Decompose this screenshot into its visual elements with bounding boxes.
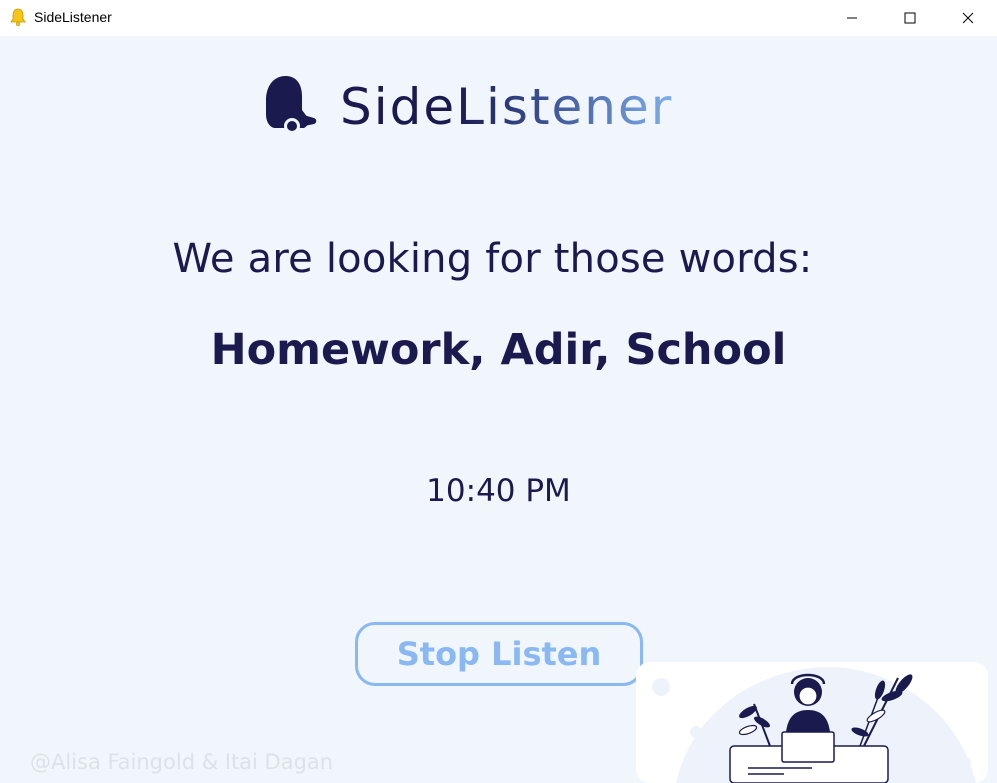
title-bar: SideListener — [0, 0, 997, 36]
stop-listen-button[interactable]: Stop Listen — [355, 622, 643, 686]
window-title: SideListener — [34, 9, 112, 25]
app-logo: SideListener — [262, 74, 742, 144]
close-icon — [962, 12, 974, 24]
credits-text: @Alisa Faingold & Itai Dagan — [30, 750, 334, 774]
maximize-button[interactable] — [881, 0, 939, 36]
close-button[interactable] — [939, 0, 997, 36]
time-display: 10:40 PM — [426, 473, 571, 509]
logo-text-listener: Listener — [456, 78, 674, 136]
bell-icon — [266, 76, 317, 134]
minimize-icon — [847, 17, 857, 19]
keywords-list: Homework, Adir, School — [210, 325, 787, 375]
minimize-button[interactable] — [823, 0, 881, 36]
maximize-icon — [904, 12, 916, 24]
logo-text-side: Side — [340, 78, 457, 136]
main-content: SideListener We are looking for those wo… — [0, 36, 997, 783]
logo-wordmark: SideListener — [340, 74, 673, 140]
bell-icon — [10, 8, 26, 26]
person-at-laptop-illustration — [636, 662, 988, 783]
page-heading: We are looking for those words: — [172, 236, 813, 282]
